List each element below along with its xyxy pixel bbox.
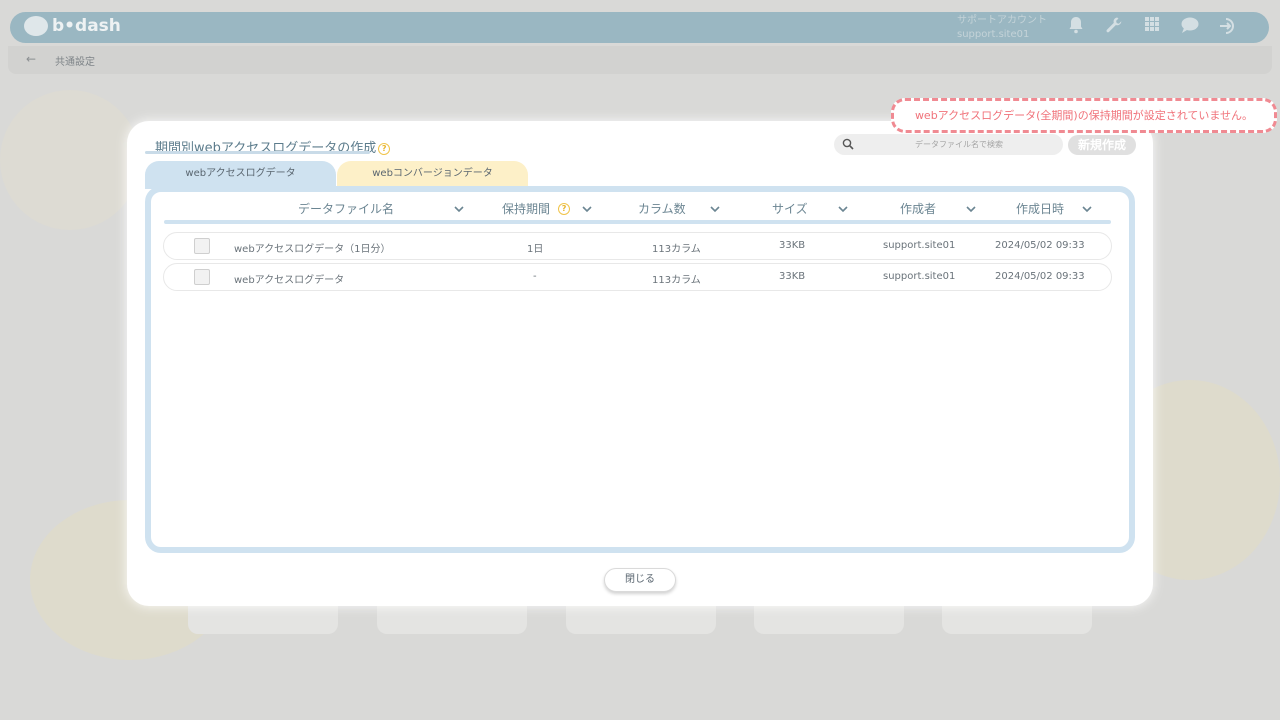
help-icon[interactable]: ? (378, 142, 391, 155)
warning-toast: webアクセスログデータ(全期間)の保持期間が設定されていません。 (891, 98, 1277, 133)
logo-text: b•dash (52, 16, 121, 36)
chevron-down-icon[interactable] (966, 204, 976, 214)
cell-retention: 1日 (527, 244, 544, 255)
table-row[interactable]: webアクセスログデータ - 113カラム 33KB support.site0… (163, 263, 1112, 291)
column-header-retention[interactable]: 保持期間 ? (502, 200, 571, 217)
cell-creator: support.site01 (883, 240, 956, 251)
tab-web-access-log[interactable]: webアクセスログデータ (145, 161, 336, 189)
background-decoration (0, 90, 140, 230)
chat-icon[interactable] (1180, 16, 1200, 38)
title-underline (145, 151, 370, 154)
cell-creator: support.site01 (883, 271, 956, 282)
cell-filename: webアクセスログデータ (234, 275, 345, 286)
search-box (834, 134, 1063, 155)
chevron-down-icon[interactable] (838, 204, 848, 214)
column-header-label: 作成者 (900, 202, 937, 216)
cell-columns: 113カラム (652, 244, 701, 255)
cell-size: 33KB (779, 271, 806, 282)
table-row[interactable]: webアクセスログデータ（1日分） 1日 113カラム 33KB support… (163, 232, 1112, 260)
account-id: support.site01 (957, 29, 1030, 40)
cell-retention: - (533, 271, 537, 282)
account-info[interactable]: サポートアカウント support.site01 (957, 14, 1047, 42)
cell-size: 33KB (779, 240, 806, 251)
cell-columns: 113カラム (652, 275, 701, 286)
logout-icon[interactable] (1218, 16, 1238, 38)
app-logo[interactable]: b•dash (24, 16, 121, 36)
column-header-label: 作成日時 (1016, 202, 1065, 216)
header-separator (164, 220, 1111, 224)
search-icon (842, 138, 854, 150)
column-header-label: カラム数 (638, 202, 686, 216)
cell-created: 2024/05/02 09:33 (995, 271, 1085, 282)
logo-bubble-icon (24, 16, 48, 36)
chevron-down-icon[interactable] (582, 204, 592, 214)
wrench-icon[interactable] (1104, 16, 1124, 38)
cell-created: 2024/05/02 09:33 (995, 240, 1085, 251)
new-create-button[interactable]: 新規作成 (1068, 135, 1136, 155)
column-header-columns[interactable]: カラム数 (638, 200, 686, 217)
cell-filename: webアクセスログデータ（1日分） (234, 244, 391, 255)
column-header-label: データファイル名 (298, 202, 395, 216)
chevron-down-icon[interactable] (454, 204, 464, 214)
top-icon-group (1066, 16, 1238, 38)
grid-icon[interactable] (1142, 16, 1162, 38)
breadcrumb-bar (8, 46, 1272, 74)
back-arrow-icon[interactable]: ← (26, 52, 36, 66)
account-label: サポートアカウント (957, 15, 1047, 26)
bell-icon[interactable] (1066, 16, 1086, 38)
row-checkbox[interactable] (194, 238, 210, 254)
column-header-label: 保持期間 (502, 202, 551, 216)
search-input[interactable] (864, 134, 1054, 155)
column-header-creator[interactable]: 作成者 (900, 200, 936, 217)
chevron-down-icon[interactable] (710, 204, 720, 214)
row-checkbox[interactable] (194, 269, 210, 285)
help-icon[interactable]: ? (558, 202, 571, 215)
chevron-down-icon[interactable] (1082, 204, 1092, 214)
tab-web-conversion[interactable]: webコンバージョンデータ (337, 161, 528, 189)
column-header-size[interactable]: サイズ (772, 200, 808, 217)
breadcrumb[interactable]: 共通設定 (55, 53, 95, 68)
column-header-created[interactable]: 作成日時 (1016, 200, 1064, 217)
column-header-filename[interactable]: データファイル名 (298, 200, 394, 217)
column-header-label: サイズ (772, 202, 808, 216)
close-button[interactable]: 閉じる (604, 568, 676, 592)
